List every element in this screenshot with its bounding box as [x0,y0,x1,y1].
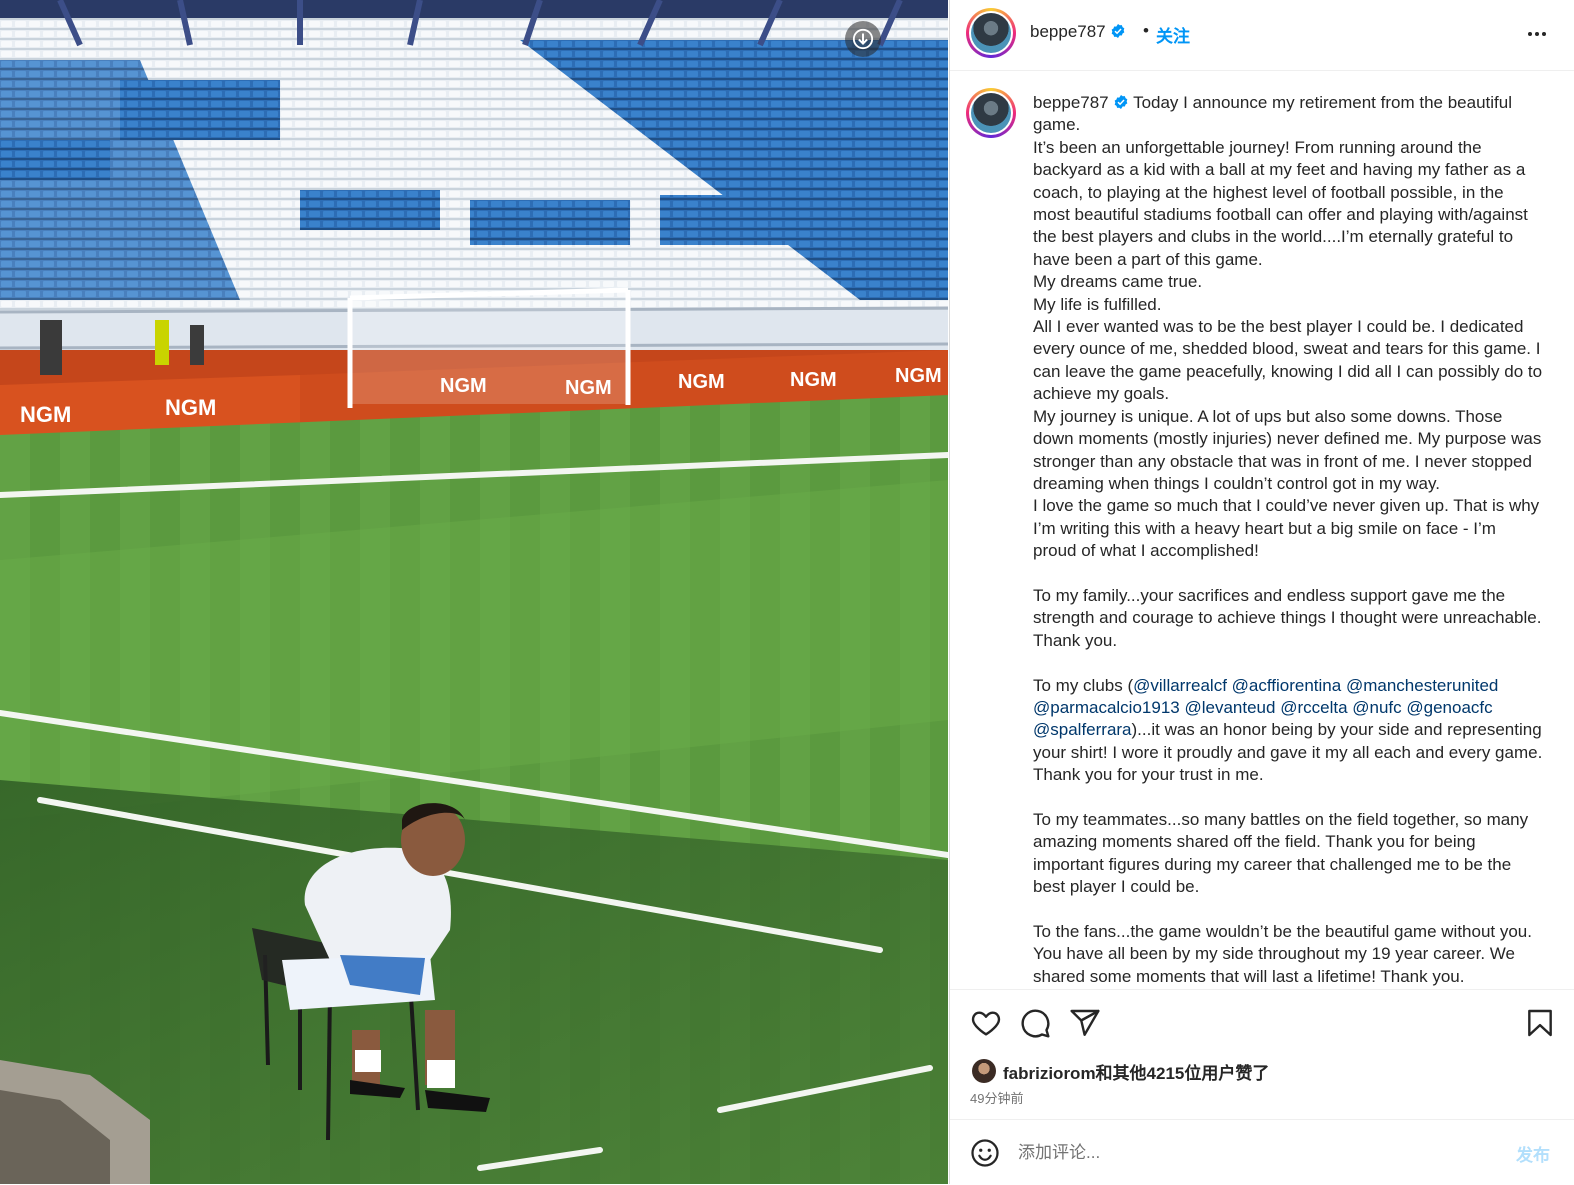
emoji-smiley-icon[interactable] [970,1138,1000,1168]
banner-ngm-6: NGM [790,369,837,391]
like-heart-icon[interactable] [970,1007,1002,1039]
mention-link[interactable]: @acffiorentina [1232,676,1342,695]
comment-composer: 发布 [950,1119,1574,1185]
post-actions: fabriziorom和其他4215位用户赞了 49分钟前 [950,989,1574,1120]
post-photo[interactable]: NGM NGM NGM NGM NGM NGM NGM [0,0,948,1184]
likes-count-text[interactable]: fabriziorom和其他4215位用户赞了 [1003,1059,1269,1084]
separator-dot: • [1143,21,1149,40]
follow-button[interactable]: 关注 [1156,22,1190,47]
mention-link[interactable]: @manchesterunited [1346,676,1498,695]
comment-input[interactable] [1018,1140,1488,1166]
post-comment-button[interactable]: 发布 [1516,1141,1550,1166]
stadium-photo: NGM NGM NGM NGM NGM NGM NGM [0,0,948,1184]
mention-link[interactable]: @levanteud [1184,698,1275,717]
comment-bubble-icon[interactable] [1019,1007,1051,1039]
post-header: beppe787 • 关注 [950,0,1574,71]
post-details-panel: beppe787 • 关注 beppe787 Today I announce … [949,0,1574,1184]
more-options-icon[interactable] [1525,22,1549,46]
banner-ngm-2: NGM [165,395,216,420]
caption-paragraph: To the fans...the game wouldn’t be the b… [1033,922,1537,986]
caption-scroll-area[interactable]: beppe787 Today I announce my retirement … [950,71,1574,988]
likes-summary[interactable]: fabriziorom和其他4215位用户赞了 [972,1058,1269,1084]
verified-badge-icon [1111,24,1124,38]
caption-username-link[interactable]: beppe787 [1033,93,1129,112]
banner-ngm-1: NGM [20,402,71,427]
verified-badge-icon [1114,95,1127,109]
arrow-down-circle-icon [852,28,874,50]
caption-clubs-prefix: To my clubs ( [1033,675,1134,695]
caption-author-avatar[interactable] [966,88,1016,138]
mention-link[interactable]: @villarrealcf [1133,676,1227,695]
share-send-icon[interactable] [1069,1007,1101,1039]
caption-paragraph: To my family...your sacrifices and endle… [1033,585,1546,650]
save-bookmark-icon[interactable] [1524,1007,1556,1039]
mention-link[interactable]: @rccelta [1280,698,1347,717]
caption-paragraph: Today I announce my retirement from the … [1033,93,1543,561]
author-username-link[interactable]: beppe787 [1030,22,1126,42]
banner-ngm-5: NGM [678,371,725,393]
caption-paragraph: To my teammates...so many battles on the… [1033,810,1533,897]
download-button[interactable] [845,21,881,57]
post-caption: beppe787 Today I announce my retirement … [1033,92,1543,988]
banner-ngm-7: NGM [895,365,942,387]
mention-link[interactable]: @nufc [1352,698,1401,717]
mention-link[interactable]: @parmacalcio1913 [1033,698,1180,717]
mention-link[interactable]: @spalferrara [1033,720,1132,739]
post-timestamp[interactable]: 49分钟前 [970,1088,1023,1107]
mention-link[interactable]: @genoacfc [1406,698,1492,717]
liker-avatar[interactable] [972,1059,996,1083]
author-avatar[interactable] [966,8,1016,58]
